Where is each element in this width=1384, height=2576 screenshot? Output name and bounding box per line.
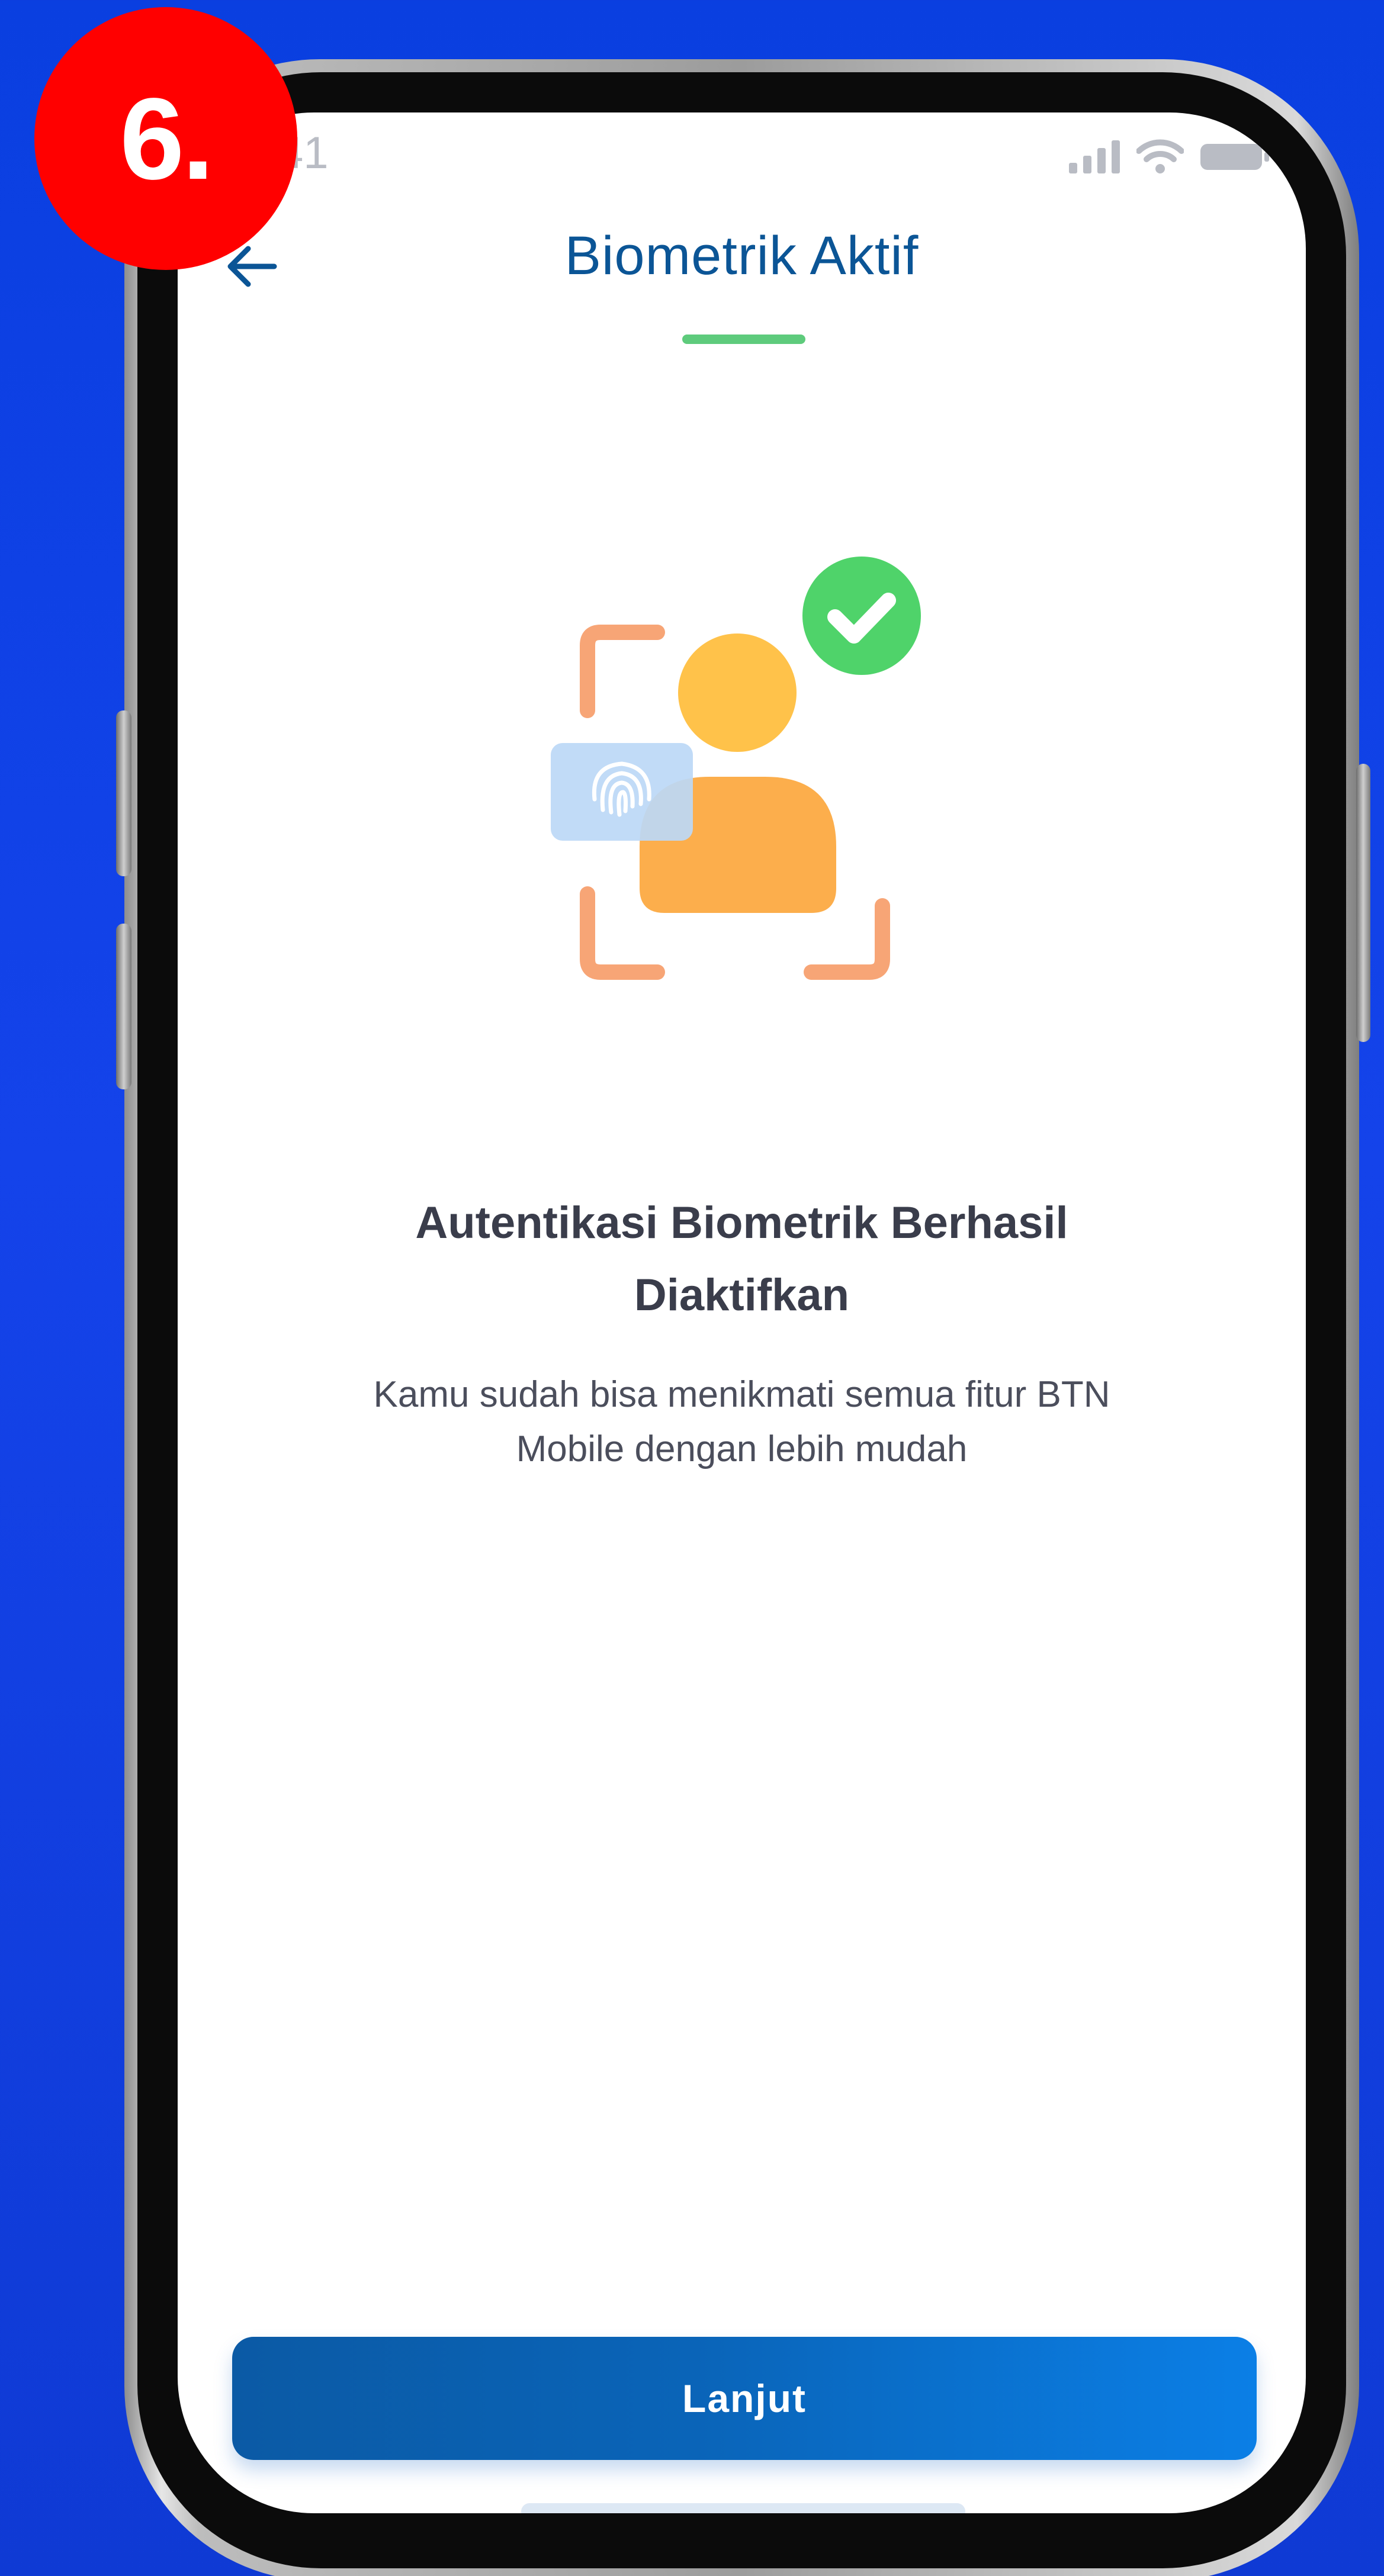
continue-button[interactable]: Lanjut (232, 2337, 1257, 2460)
volume-down-button (116, 924, 131, 1089)
home-indicator[interactable] (521, 2503, 965, 2513)
power-button (1356, 764, 1370, 1042)
success-description-line-2: Mobile dengan lebih mudah (516, 1429, 968, 1469)
fingerprint-card-icon (551, 743, 693, 841)
title-underline (682, 335, 805, 344)
status-icons (1069, 139, 1270, 173)
battery-icon (1200, 144, 1269, 170)
continue-button-label: Lanjut (682, 2376, 807, 2420)
app-screen: 41 Biometrik Aktif Autentikasi Biometrik… (178, 112, 1306, 2513)
wifi-icon (1136, 139, 1184, 173)
success-title-line-1: Autentikasi Biometrik Berhasil (415, 1198, 1068, 1248)
success-description: Kamu sudah bisa menikmati semua fitur BT… (178, 1368, 1306, 1477)
success-description-line-1: Kamu sudah bisa menikmati semua fitur BT… (373, 1374, 1110, 1415)
biometric-success-illustration (551, 557, 921, 980)
checkmark-badge-icon (802, 557, 921, 675)
page-title: Biometrik Aktif (564, 226, 919, 286)
step-number-label: 6. (120, 73, 214, 204)
step-number-badge: 6. (34, 7, 297, 270)
volume-up-button (116, 710, 131, 876)
success-title-line-2: Diaktifkan (634, 1270, 850, 1320)
signal-icon (1069, 140, 1120, 173)
status-bar: 41 (178, 112, 1306, 195)
success-title: Autentikasi Biometrik Berhasil Diaktifka… (178, 1187, 1306, 1332)
